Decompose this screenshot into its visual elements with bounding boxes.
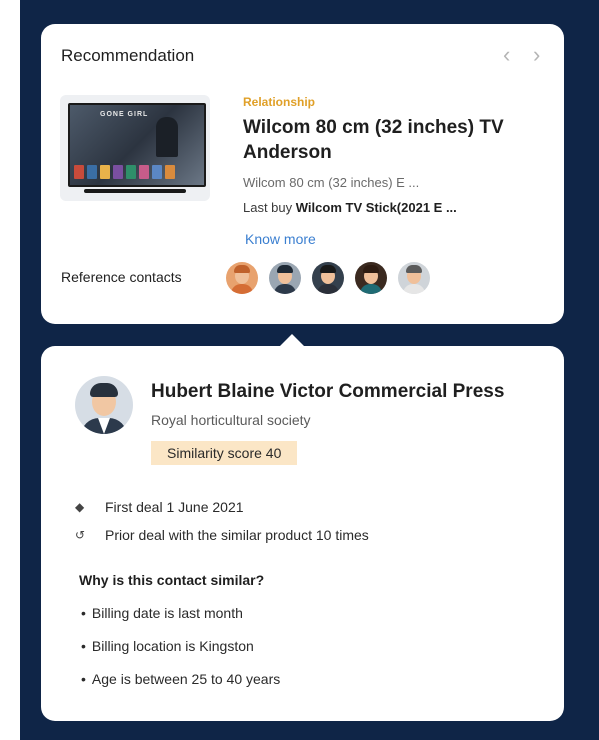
reference-avatar[interactable] xyxy=(269,262,301,294)
tv-figure xyxy=(156,117,178,157)
fact-first-deal: ◆ First deal 1 June 2021 xyxy=(75,499,244,515)
reason-item: • Billing location is Kingston xyxy=(81,638,254,654)
reference-avatars xyxy=(226,262,430,294)
similarity-score-badge: Similarity score 40 xyxy=(151,441,298,465)
reference-avatar[interactable] xyxy=(398,262,430,294)
reason-text: Billing date is last month xyxy=(91,605,243,621)
reason-text: Billing location is Kingston xyxy=(91,638,254,654)
last-buy-label: Last buy xyxy=(243,200,293,215)
card-pointer xyxy=(280,334,304,346)
know-more-link[interactable]: Know more xyxy=(245,231,316,247)
history-icon: ↺ xyxy=(75,528,86,542)
contact-organization: Royal horticultural society xyxy=(151,412,311,428)
reason-text: Age is between 25 to 40 years xyxy=(91,671,281,687)
bullet: • xyxy=(81,671,86,687)
contact-detail-card: Hubert Blaine Victor Commercial Press Ro… xyxy=(41,346,564,721)
tv-banner-text: GONE GIRL xyxy=(100,111,149,118)
bullet: • xyxy=(81,638,86,654)
card-title: Recommendation xyxy=(61,46,195,65)
contact-avatar xyxy=(75,376,133,434)
tv-screen: GONE GIRL xyxy=(68,103,206,187)
diamond-icon: ◆ xyxy=(75,500,85,514)
contact-name: Hubert Blaine Victor Commercial Press xyxy=(151,381,505,402)
relationship-tag: Relationship xyxy=(243,95,316,109)
reason-item: • Billing date is last month xyxy=(81,605,243,621)
product-image: GONE GIRL xyxy=(60,95,210,201)
chevron-left-icon[interactable]: ‹ xyxy=(503,44,510,66)
tv-tiles xyxy=(74,165,175,179)
last-buy: Last buy Wilcom TV Stick(2021 E ... xyxy=(243,200,457,215)
recommendation-card: Recommendation ‹ › GONE GIRL Relationshi… xyxy=(41,24,564,324)
fact-text: Prior deal with the similar product 10 t… xyxy=(105,527,369,543)
bullet: • xyxy=(81,605,86,621)
reference-avatar[interactable] xyxy=(226,262,258,294)
reference-contacts-label: Reference contacts xyxy=(61,269,182,285)
product-description: Wilcom 80 cm (32 inches) E ... xyxy=(243,175,420,190)
product-name: Wilcom 80 cm (32 inches) TV Anderson xyxy=(243,117,504,163)
chevron-right-icon[interactable]: › xyxy=(533,44,540,66)
fact-text: First deal 1 June 2021 xyxy=(105,499,244,515)
last-buy-value: Wilcom TV Stick(2021 E ... xyxy=(295,200,457,215)
reason-item: • Age is between 25 to 40 years xyxy=(81,671,280,687)
fact-prior-deal: ↺ Prior deal with the similar product 10… xyxy=(75,527,369,543)
reference-avatar[interactable] xyxy=(355,262,387,294)
tv-stand xyxy=(84,189,186,193)
reference-avatar[interactable] xyxy=(312,262,344,294)
why-similar-heading: Why is this contact similar? xyxy=(79,572,265,588)
